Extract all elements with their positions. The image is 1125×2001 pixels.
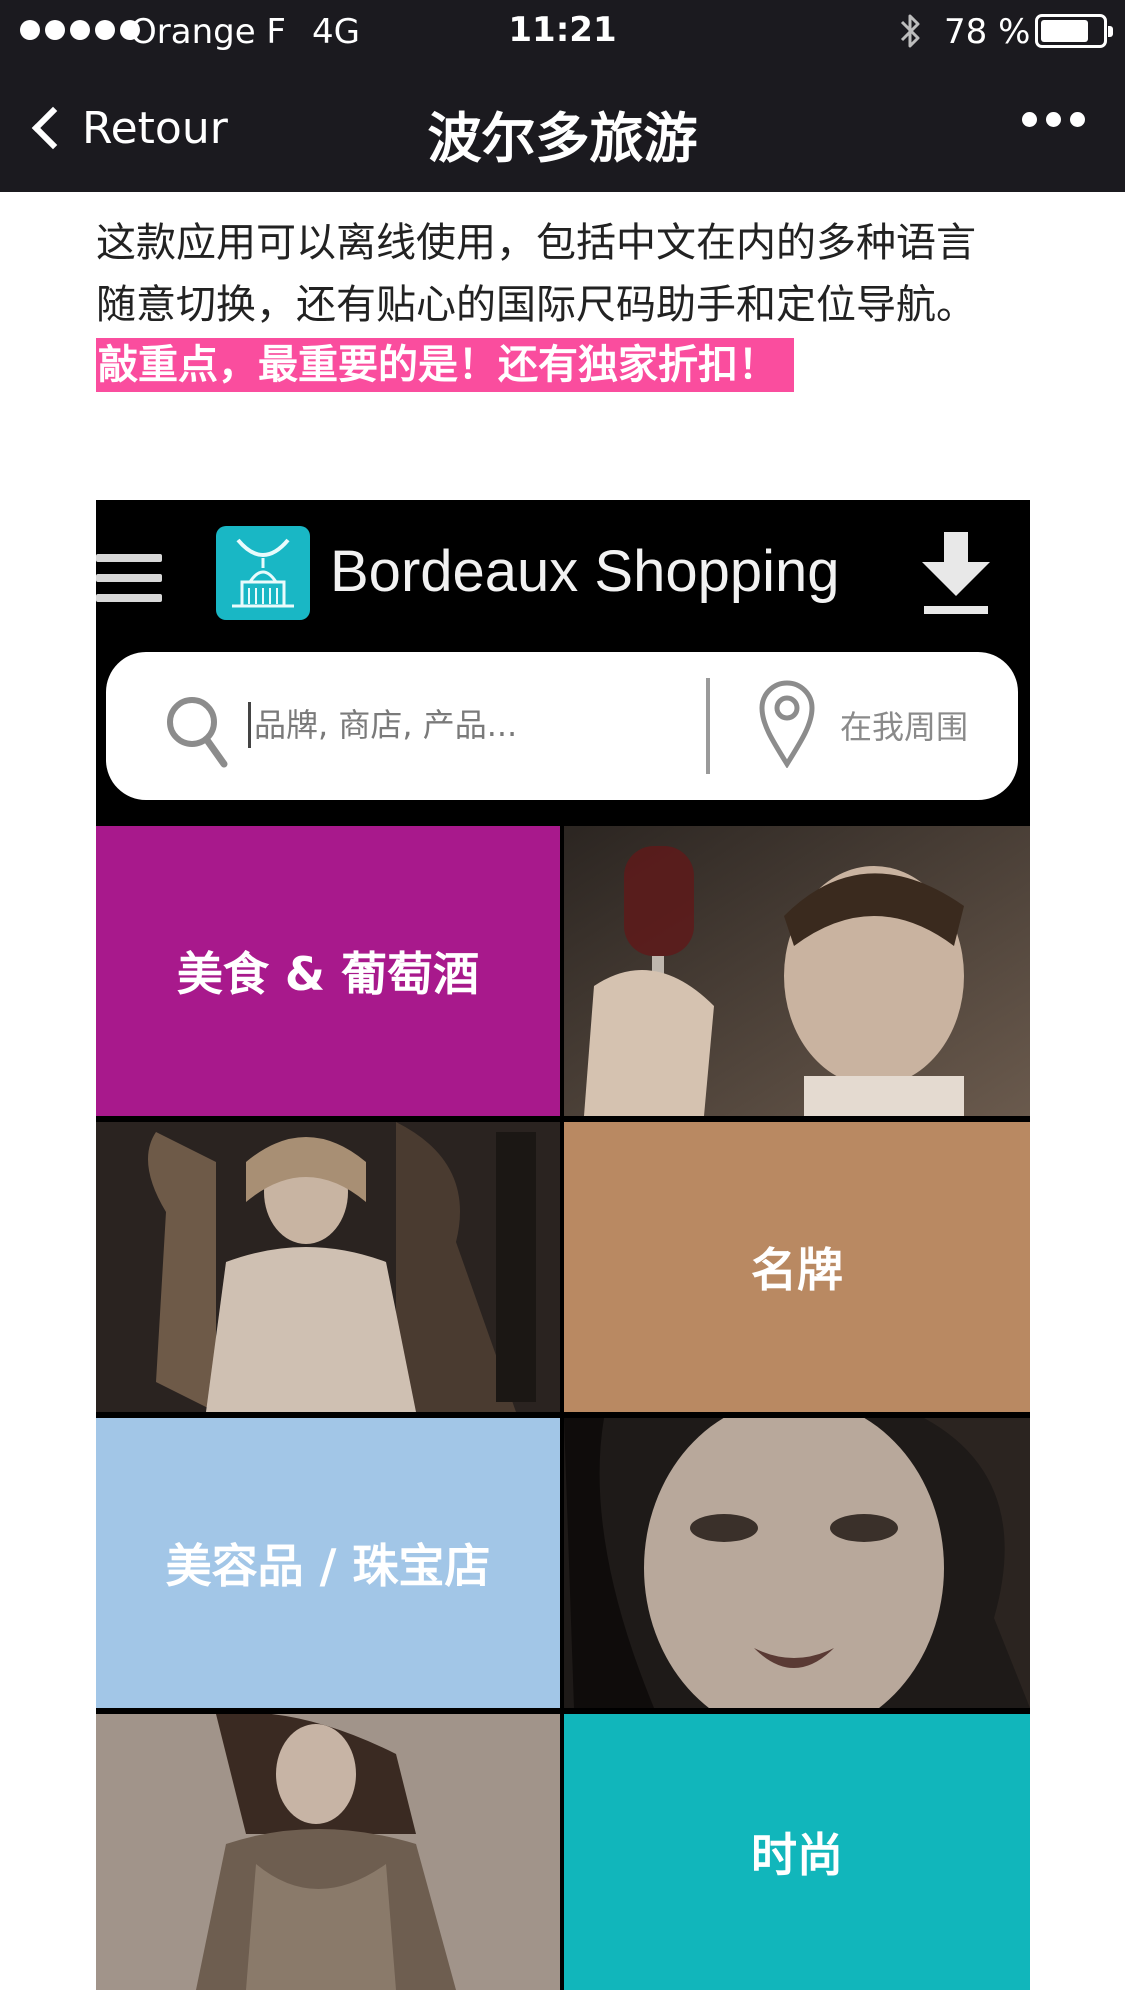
category-tile-food-wine[interactable]: 美食 & 葡萄酒 bbox=[96, 826, 560, 1116]
photo-man-with-wine bbox=[564, 826, 1030, 1116]
battery-percent: 78 % bbox=[944, 12, 1031, 52]
category-tile-luxury-brands[interactable]: 名牌 bbox=[564, 1122, 1030, 1412]
app-screenshot-image[interactable]: Bordeaux Shopping 在我周围 美食 & 葡萄酒 bbox=[96, 500, 1030, 1990]
text-caret bbox=[248, 702, 251, 748]
highlight-text: 敲重点，最重要的是！还有独家折扣！ bbox=[96, 338, 794, 392]
search-input[interactable] bbox=[252, 698, 672, 752]
more-options-button[interactable] bbox=[1022, 112, 1085, 127]
category-tile-fashion[interactable]: 时尚 bbox=[564, 1714, 1030, 1990]
menu-icon bbox=[96, 554, 162, 614]
search-divider bbox=[706, 678, 710, 774]
nearby-button[interactable]: 在我周围 bbox=[840, 702, 968, 748]
more-dot-icon bbox=[1046, 112, 1061, 127]
photo-woman-in-dress bbox=[96, 1714, 560, 1990]
chevron-left-icon bbox=[31, 106, 75, 150]
category-label: 时尚 bbox=[751, 1828, 843, 1882]
more-dot-icon bbox=[1022, 112, 1037, 127]
download-icon bbox=[922, 532, 990, 614]
status-bar: Orange F 4G 11:21 78 % bbox=[0, 0, 1125, 64]
app-logo bbox=[216, 526, 310, 620]
back-label: Retour bbox=[82, 102, 228, 154]
article-line: 这款应用可以离线使用，包括中文在内的多种语言 bbox=[96, 220, 976, 266]
app-name: Bordeaux Shopping bbox=[330, 539, 840, 604]
more-dot-icon bbox=[1070, 112, 1085, 127]
bluetooth-icon bbox=[900, 14, 920, 48]
category-label: 名牌 bbox=[751, 1243, 843, 1297]
back-button[interactable]: Retour bbox=[24, 98, 228, 158]
app-header: Bordeaux Shopping 在我周围 bbox=[96, 500, 1030, 820]
category-tile-beauty-jewelry[interactable]: 美容品 / 珠宝店 bbox=[96, 1418, 560, 1708]
search-icon bbox=[167, 697, 228, 768]
photo-woman-on-throne bbox=[96, 1122, 560, 1412]
nav-bar: Retour 波尔多旅游 bbox=[0, 64, 1125, 192]
battery-icon bbox=[1035, 14, 1113, 48]
article-body: 这款应用可以离线使用，包括中文在内的多种语言 随意切换，还有贴心的国际尺码助手和… bbox=[96, 212, 1056, 392]
photo-woman-face bbox=[564, 1418, 1030, 1708]
category-label: 美容品 / 珠宝店 bbox=[165, 1539, 491, 1593]
category-label: 美食 & 葡萄酒 bbox=[176, 947, 480, 1001]
article-line: 随意切换，还有贴心的国际尺码助手和定位导航。 bbox=[96, 282, 976, 328]
location-pin-icon bbox=[759, 680, 815, 768]
search-bar: 在我周围 bbox=[106, 652, 1018, 800]
